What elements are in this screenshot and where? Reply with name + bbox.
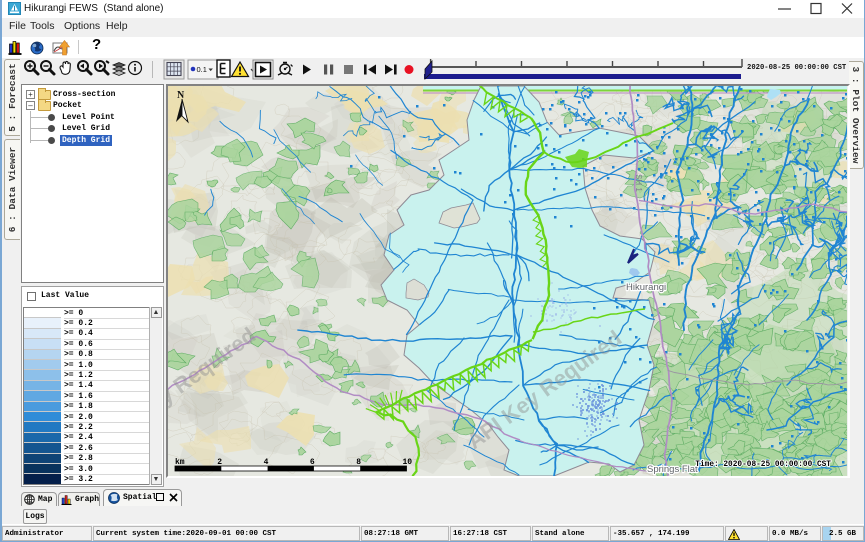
svg-text:N: N	[177, 90, 185, 101]
svg-text:Hikurangi: Hikurangi	[626, 282, 666, 293]
svg-text:Springs Flat: Springs Flat	[647, 464, 698, 475]
svg-text:0.1: 0.1	[197, 65, 207, 74]
svg-text:SH 1: SH 1	[634, 174, 643, 192]
svg-text:Time: 2020-08-25 00:00:00 CST: Time: 2020-08-25 00:00:00 CST	[695, 461, 831, 469]
